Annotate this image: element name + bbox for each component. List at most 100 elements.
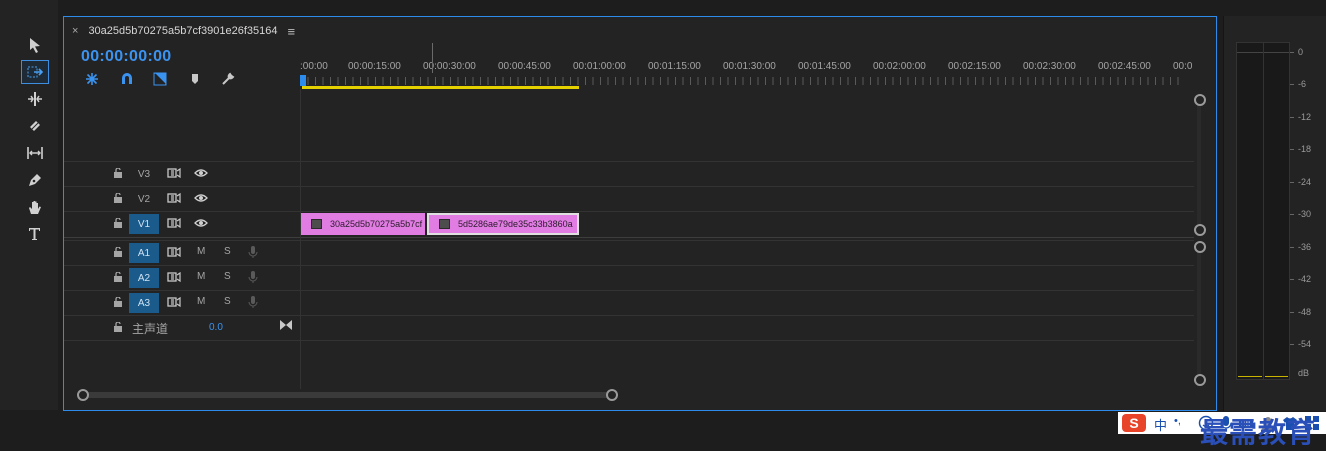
mute-button[interactable]: M	[197, 296, 205, 307]
db-scale-label: -12	[1298, 112, 1312, 122]
master-volume-value[interactable]: 0.0	[209, 322, 223, 333]
ruler-label: 00:00:30:00	[423, 61, 476, 72]
track-name[interactable]: V3	[129, 164, 159, 184]
close-tab-icon[interactable]: ×	[72, 25, 78, 37]
hand-tool-icon[interactable]	[22, 196, 48, 218]
add-marker-icon[interactable]	[186, 71, 204, 87]
track-select-forward-tool-icon[interactable]	[21, 60, 49, 84]
watermark-logo: 最需教育	[1200, 416, 1317, 449]
sogou-ime-icon[interactable]: S	[1122, 414, 1146, 432]
microphone-icon[interactable]	[248, 246, 258, 258]
zoom-handle-left[interactable]	[77, 389, 89, 401]
video-vertical-scrollbar[interactable]	[1197, 99, 1201, 229]
sync-lock-icon[interactable]	[167, 217, 181, 229]
sync-lock-icon[interactable]	[167, 167, 181, 179]
db-unit-label: dB	[1298, 368, 1310, 378]
eye-icon[interactable]	[194, 167, 208, 179]
db-scale-label: -54	[1298, 339, 1312, 349]
ruler-label: 00:02:45:00	[1098, 61, 1151, 72]
clip-label: 5d5286ae79de35c33b3860a	[458, 219, 573, 229]
scroll-handle[interactable]	[1194, 374, 1206, 386]
zoom-handle-right[interactable]	[606, 389, 618, 401]
audio-vertical-scrollbar[interactable]	[1197, 247, 1201, 377]
master-track-label: 主声道	[132, 322, 169, 336]
ripple-edit-tool-icon[interactable]	[22, 88, 48, 110]
video-audio-divider	[64, 237, 1194, 238]
eye-icon[interactable]	[194, 192, 208, 204]
lock-icon[interactable]	[114, 193, 122, 203]
track-name[interactable]: V1	[129, 214, 159, 234]
mute-button[interactable]: M	[197, 271, 205, 282]
scroll-handle[interactable]	[1194, 94, 1206, 106]
fx-badge-icon	[311, 219, 322, 229]
microphone-icon[interactable]	[248, 271, 258, 283]
solo-button[interactable]: S	[224, 296, 231, 307]
timeline-panel: × 30a25d5b70275a5b7cf3901e26f35164 ≡ 00:…	[63, 16, 1217, 411]
sync-lock-icon[interactable]	[167, 246, 181, 258]
track-name[interactable]: A1	[129, 243, 159, 263]
db-scale-label: -42	[1298, 274, 1312, 284]
ruler-label: 00:00:45:00	[498, 61, 551, 72]
eye-icon[interactable]	[194, 217, 208, 229]
snap-magnet-icon[interactable]	[118, 71, 136, 87]
playhead-handle[interactable]	[300, 75, 306, 86]
linked-selection-icon[interactable]	[151, 71, 169, 87]
time-ruler[interactable]: :00:00 00:00:15:00 00:00:30:00 00:00:45:…	[300, 53, 1196, 91]
playhead-timecode[interactable]: 00:00:00:00	[81, 48, 171, 66]
track-header-master[interactable]: 主声道 0.0	[64, 316, 300, 340]
track-header-a2[interactable]: A2 M S	[64, 266, 300, 290]
track-header-a1[interactable]: A1 M S	[64, 241, 300, 265]
panel-menu-icon[interactable]: ≡	[287, 24, 295, 39]
type-tool-icon[interactable]	[22, 223, 48, 245]
solo-button[interactable]: S	[224, 271, 231, 282]
track-name[interactable]: V2	[129, 189, 159, 209]
timeline-settings-wrench-icon[interactable]	[219, 71, 237, 87]
db-scale-label: -18	[1298, 144, 1312, 154]
db-scale-label: -24	[1298, 177, 1312, 187]
meter-level-left	[1238, 376, 1262, 377]
lock-icon[interactable]	[114, 272, 122, 282]
slip-tool-icon[interactable]	[22, 142, 48, 164]
go-to-edit-point-icon[interactable]	[280, 320, 292, 330]
mute-button[interactable]: M	[197, 246, 205, 257]
lock-icon[interactable]	[114, 247, 122, 257]
pen-tool-icon[interactable]	[22, 169, 48, 191]
track-header-v3[interactable]: V3	[64, 162, 300, 186]
lock-icon[interactable]	[114, 322, 122, 332]
ime-mode-label[interactable]: 中	[1154, 415, 1167, 434]
ruler-label: :00:00	[300, 61, 328, 72]
sync-lock-icon[interactable]	[167, 296, 181, 308]
work-area-bar[interactable]	[302, 86, 579, 89]
track-header-v2[interactable]: V2	[64, 187, 300, 211]
track-name[interactable]: A3	[129, 293, 159, 313]
sync-lock-icon[interactable]	[167, 192, 181, 204]
scroll-handle[interactable]	[1194, 241, 1206, 253]
razor-tool-icon[interactable]	[22, 115, 48, 137]
ruler-label: 00:02:15:00	[948, 61, 1001, 72]
fx-badge-icon	[439, 219, 450, 229]
lock-icon[interactable]	[114, 297, 122, 307]
ruler-label: 00:02:00:00	[873, 61, 926, 72]
ruler-label: 00:01:00:00	[573, 61, 626, 72]
sequence-tab[interactable]: × 30a25d5b70275a5b7cf3901e26f35164 ≡	[72, 21, 295, 41]
db-scale-label: 0	[1298, 47, 1304, 57]
clip-label: 30a25d5b70275a5b7cf	[330, 219, 423, 229]
microphone-icon[interactable]	[248, 296, 258, 308]
selection-tool-icon[interactable]	[22, 34, 48, 56]
meter-level-right	[1265, 376, 1288, 377]
ime-punct-label[interactable]: •,	[1174, 415, 1181, 427]
scroll-handle[interactable]	[1194, 224, 1206, 236]
tools-panel	[0, 0, 58, 410]
track-header-a3[interactable]: A3 M S	[64, 291, 300, 315]
lock-icon[interactable]	[114, 218, 122, 228]
track-name[interactable]: A2	[129, 268, 159, 288]
horizontal-zoom-scrollbar[interactable]	[82, 392, 612, 398]
solo-button[interactable]: S	[224, 246, 231, 257]
ruler-ticks	[300, 77, 1180, 85]
sync-lock-icon[interactable]	[167, 271, 181, 283]
track-header-v1[interactable]: V1	[64, 212, 300, 236]
lock-icon[interactable]	[114, 168, 122, 178]
nest-toggle-icon[interactable]	[83, 71, 101, 87]
video-clip[interactable]: 30a25d5b70275a5b7cf	[301, 213, 425, 235]
video-clip-selected[interactable]: 5d5286ae79de35c33b3860a	[427, 213, 579, 235]
